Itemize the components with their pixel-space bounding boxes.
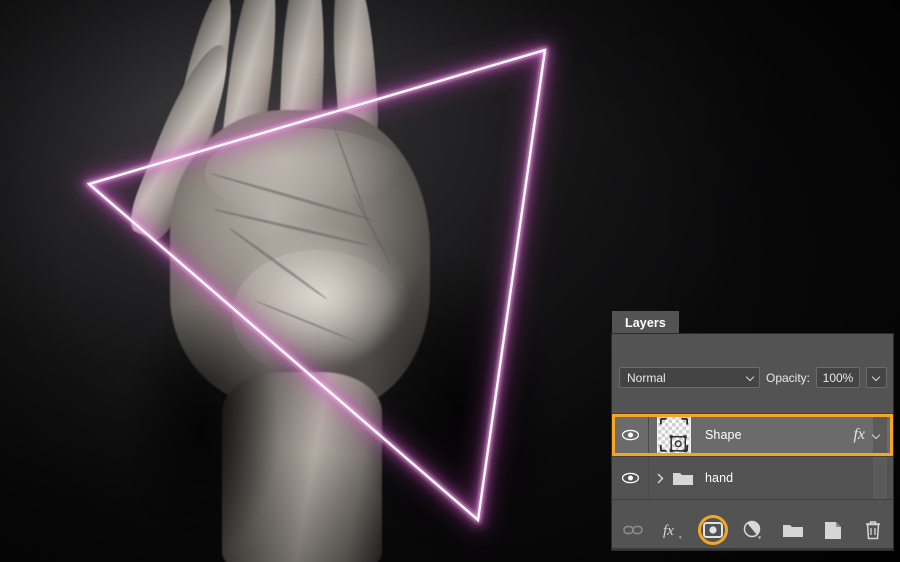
panel-header-filler	[612, 334, 893, 360]
panel-tab-bar: Layers	[612, 310, 679, 336]
eye-icon	[621, 429, 639, 441]
lock-row-filler	[612, 395, 893, 414]
link-icon	[622, 525, 643, 535]
layer-thumbnail-shape[interactable]	[649, 415, 699, 455]
layer-name-hand: hand	[705, 471, 734, 485]
eye-icon	[621, 472, 639, 484]
table-row[interactable]: hand	[612, 457, 893, 500]
table-row[interactable]: Shape fx	[612, 414, 893, 457]
chevron-down-icon	[872, 373, 881, 382]
panel-bottom-edge	[612, 548, 893, 550]
add-layer-mask-button[interactable]	[697, 515, 728, 545]
adjustment-layer-button[interactable]	[742, 519, 764, 541]
new-group-button[interactable]	[782, 519, 804, 541]
fx-icon: fx	[853, 426, 865, 443]
chevron-right-icon[interactable]	[653, 473, 667, 484]
tab-layers-label: Layers	[625, 316, 666, 330]
layer-list-empty-space	[612, 500, 893, 514]
link-layers-button[interactable]	[622, 519, 644, 541]
folder-icon	[673, 473, 693, 485]
opacity-stepper[interactable]	[866, 367, 887, 388]
layers-panel-toolbar: fx	[612, 514, 893, 548]
blend-opacity-row: Normal Opacity: 100%	[612, 360, 893, 395]
screenshot-root: Layers Normal Opacity: 100% Shape fx han…	[0, 0, 900, 562]
opacity-value-text: 100%	[822, 370, 854, 385]
shape-path-marks-icon	[659, 417, 689, 453]
opacity-input[interactable]: 100%	[816, 367, 860, 388]
transparent-checker-thumbnail	[657, 415, 691, 455]
layer-visibility-toggle-shape[interactable]	[612, 414, 649, 456]
highlight-ring	[697, 515, 728, 545]
layer-thumbnail-hand[interactable]	[667, 469, 699, 487]
layers-panel[interactable]: Normal Opacity: 100% Shape fx hand fx	[612, 334, 893, 550]
fx-icon: fx	[663, 523, 681, 539]
blend-mode-value: Normal	[627, 370, 666, 385]
layer-name-shape: Shape	[705, 428, 742, 442]
adjustment-icon	[743, 520, 761, 540]
svg-text:fx: fx	[663, 523, 674, 539]
new-layer-icon	[824, 521, 841, 539]
blend-mode-select[interactable]: Normal	[619, 367, 760, 388]
delete-layer-button[interactable]	[862, 519, 884, 541]
opacity-label: Opacity:	[765, 370, 810, 385]
new-layer-button[interactable]	[822, 519, 844, 541]
layer-style-button[interactable]: fx	[662, 519, 684, 541]
chevron-down-icon[interactable]	[872, 431, 881, 440]
chevron-down-icon	[746, 373, 755, 382]
scrollbar-track[interactable]	[873, 457, 887, 499]
folder-icon	[782, 525, 803, 537]
layer-visibility-toggle-hand[interactable]	[612, 457, 649, 499]
tab-layers[interactable]: Layers	[612, 311, 679, 336]
trash-icon	[865, 521, 880, 540]
